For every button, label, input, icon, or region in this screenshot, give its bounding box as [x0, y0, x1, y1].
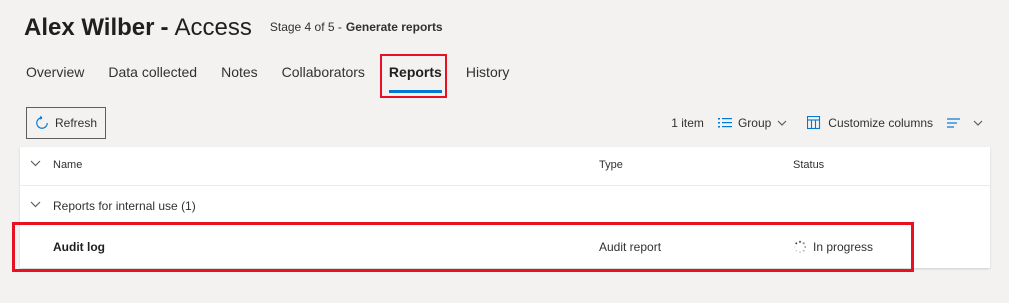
column-header-name[interactable]: Name: [53, 159, 82, 171]
column-header-type[interactable]: Type: [599, 159, 623, 171]
customize-columns-button[interactable]: Customize columns: [807, 116, 933, 130]
stage-indicator: Stage 4 of 5 - Generate reports: [270, 20, 443, 34]
group-icon: [717, 118, 732, 128]
column-header-status[interactable]: Status: [793, 159, 824, 171]
refresh-label: Refresh: [55, 116, 98, 130]
customize-columns-label: Customize columns: [828, 116, 933, 130]
reports-tab-highlight-box: [380, 54, 447, 98]
tab-overview[interactable]: Overview: [26, 62, 84, 82]
table-header-row: Name Type Status: [20, 147, 990, 186]
customize-columns-icon: [807, 116, 821, 130]
chevron-down-icon: [973, 120, 983, 126]
collapse-all-chevron-icon[interactable]: [30, 160, 41, 167]
tab-data-collected[interactable]: Data collected: [108, 62, 197, 82]
chevron-down-icon: [777, 120, 787, 126]
page-title-separator: -: [160, 14, 169, 41]
tab-history[interactable]: History: [466, 62, 510, 82]
tab-bar: Overview Data collected Notes Collaborat…: [26, 62, 533, 93]
page-header: Alex Wilber - Access Stage 4 of 5 - Gener…: [24, 14, 443, 42]
stage-name: Generate reports: [345, 20, 443, 34]
refresh-icon: [36, 116, 48, 129]
view-options-icon: [947, 118, 960, 128]
group-header-row[interactable]: Reports for internal use (1): [20, 186, 990, 226]
command-bar: Refresh 1 item Group Customize columns: [26, 107, 989, 139]
group-button[interactable]: Group: [717, 116, 793, 130]
group-label: Group: [737, 116, 772, 130]
tab-notes[interactable]: Notes: [221, 62, 258, 82]
page-title-name: Alex Wilber: [24, 14, 155, 41]
tab-collaborators[interactable]: Collaborators: [282, 62, 365, 82]
command-bar-right: 1 item Group Customize columns: [657, 107, 989, 139]
audit-log-row-highlight-box: [12, 222, 914, 272]
stage-prefix: Stage 4 of 5 -: [269, 20, 342, 34]
refresh-button[interactable]: Refresh: [26, 107, 107, 139]
view-options-button[interactable]: [947, 118, 989, 128]
item-count: 1 item: [671, 116, 704, 130]
group-label: Reports for internal use (1): [53, 199, 196, 213]
page-title-section: Access: [174, 14, 252, 41]
group-chevron-icon[interactable]: [30, 201, 41, 208]
